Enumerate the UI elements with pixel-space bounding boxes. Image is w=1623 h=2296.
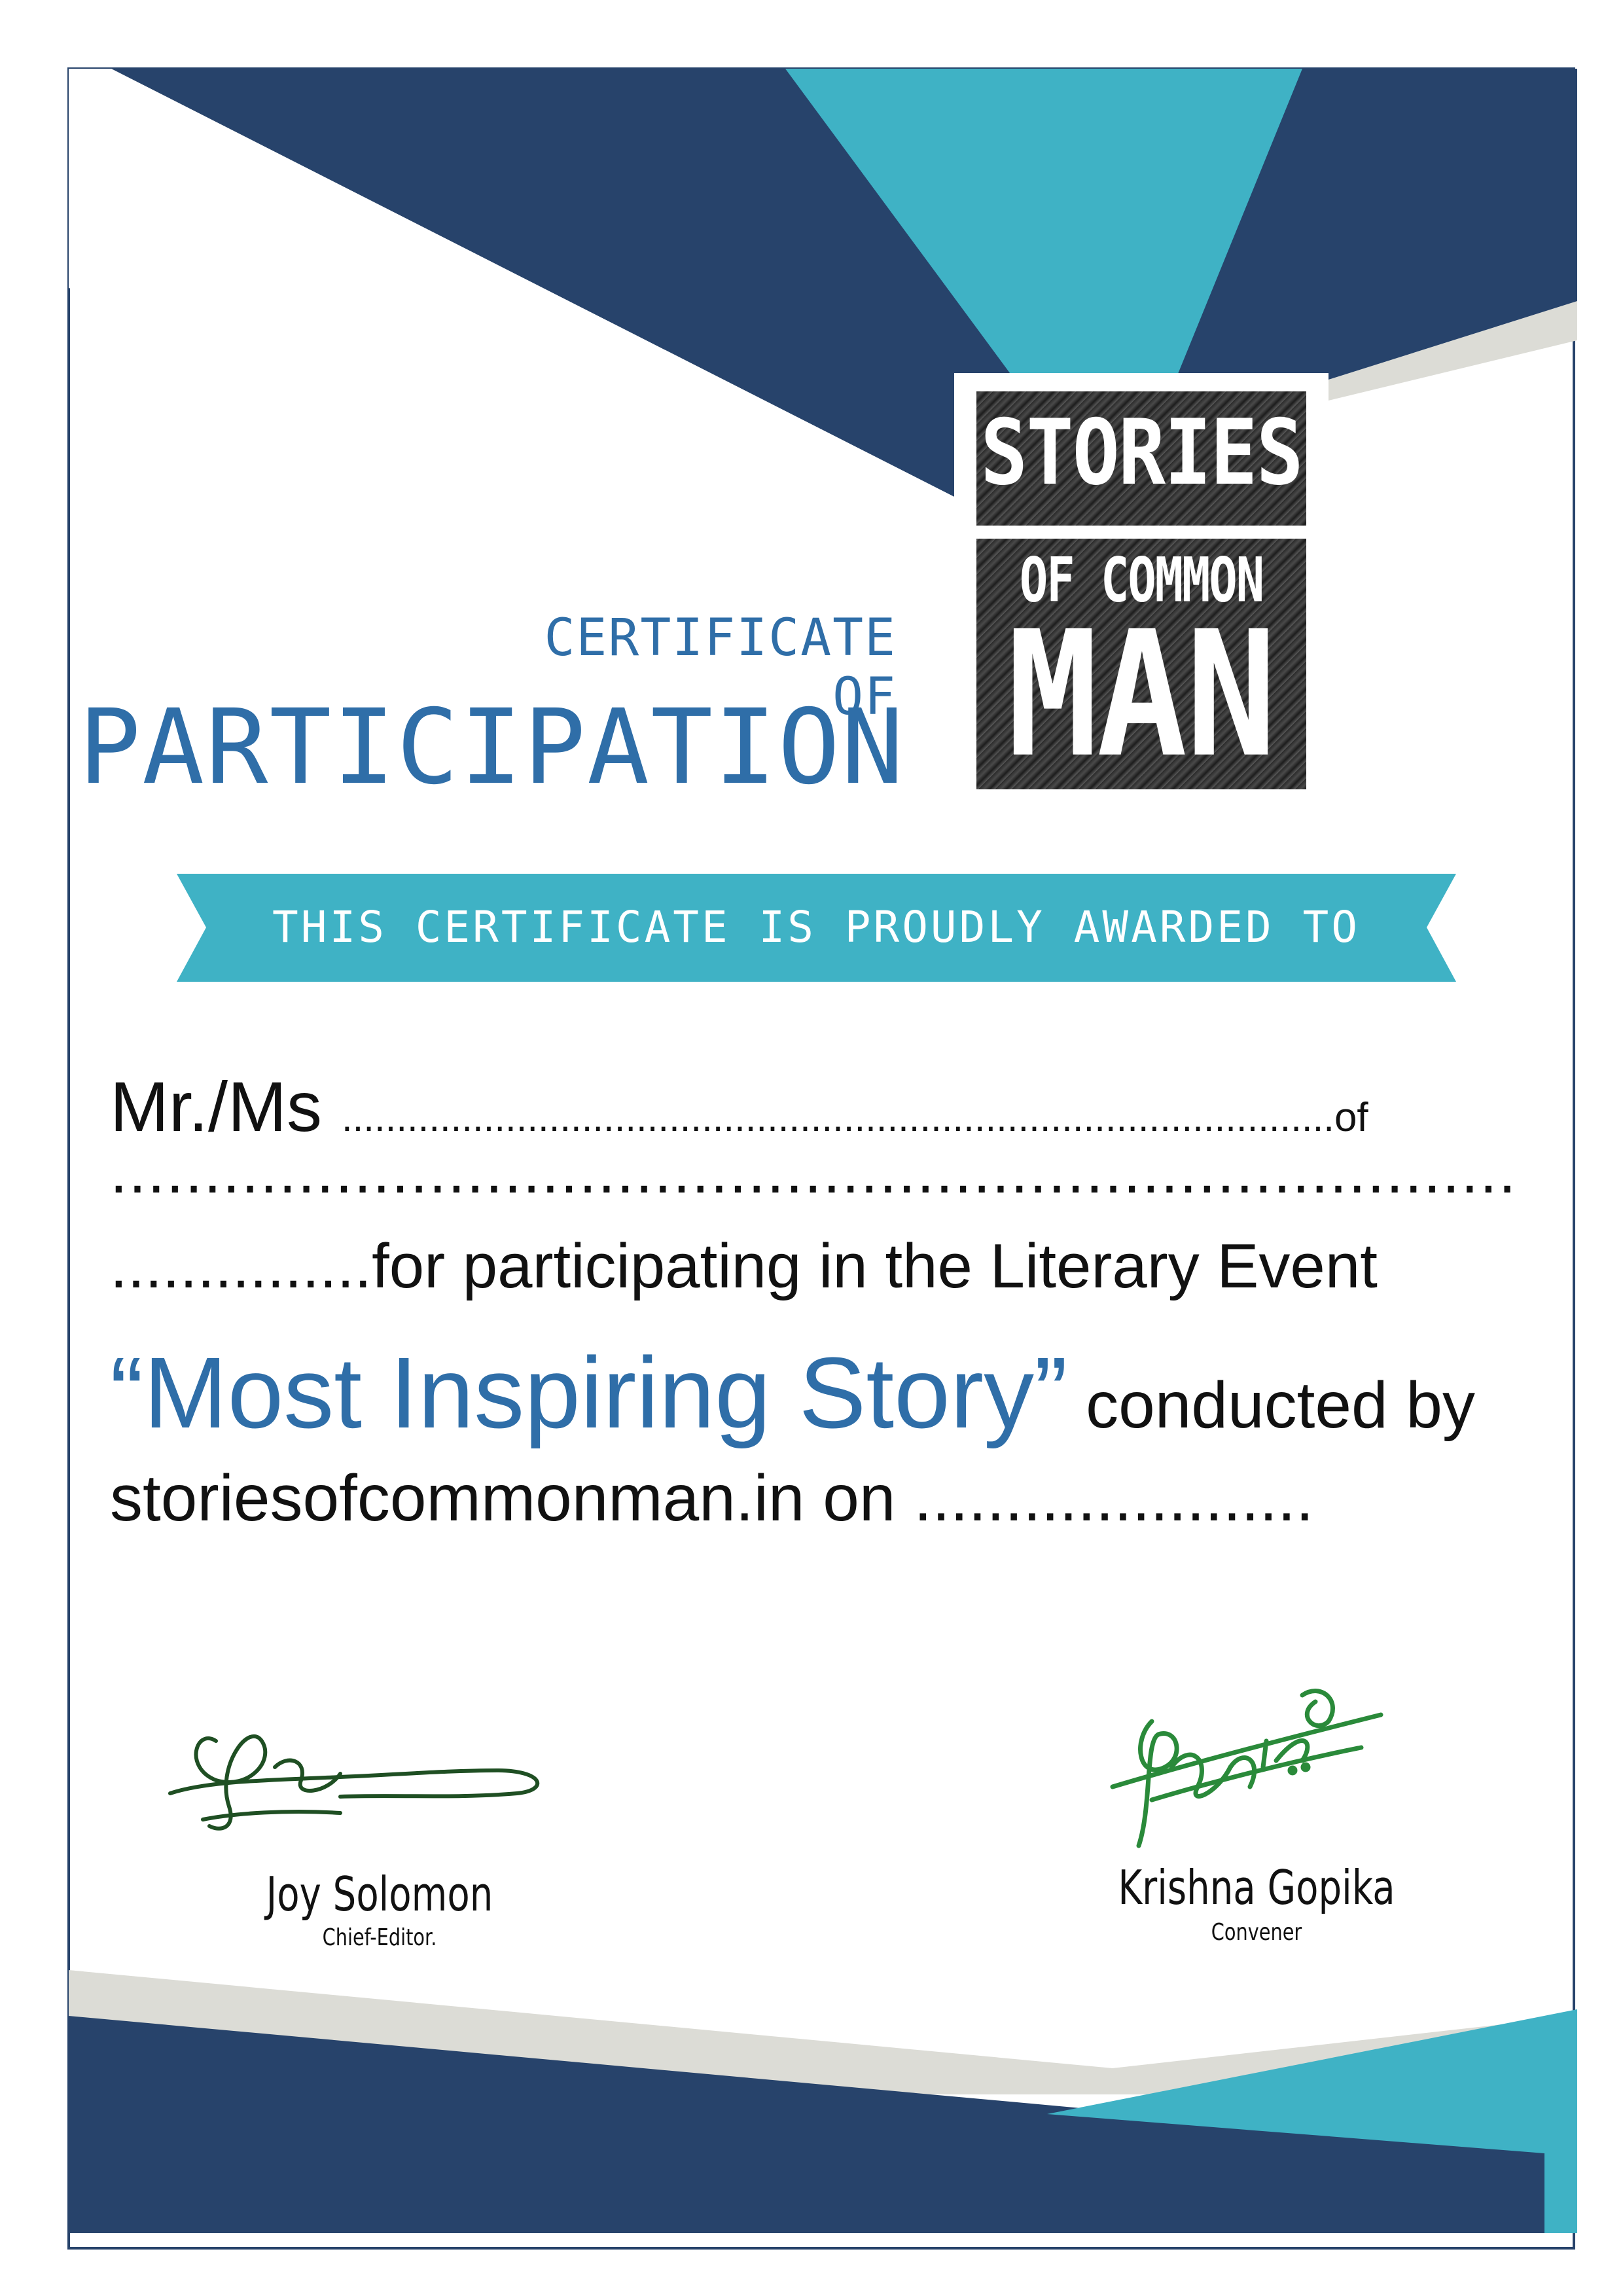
- website-text: storiesofcommonman.in on: [110, 1462, 914, 1535]
- logo-line-man: MAN: [1007, 594, 1276, 789]
- date-blank: ......................: [914, 1462, 1314, 1535]
- ribbon-text: THIS CERTIFICATE IS PROUDLY AWARDED TO: [272, 902, 1360, 952]
- signatory-name: Joy Solomon: [266, 1867, 493, 1922]
- logo-line-stories: STORIES: [980, 401, 1304, 506]
- signatory-role: Chief-Editor.: [322, 1924, 437, 1951]
- certificate-page: STORIES OF COMMON MAN CERTIFICATE OF PAR…: [0, 0, 1623, 2296]
- lead-blank: ...............: [110, 1231, 372, 1301]
- signatory-role: Convener: [1211, 1919, 1302, 1946]
- conducted-text: conducted by: [1067, 1369, 1476, 1442]
- event-name: “Most Inspiring Story”: [110, 1336, 1068, 1449]
- participation-line: ...............for participating in the …: [110, 1230, 1378, 1302]
- logo-photo-background: STORIES OF COMMON MAN: [976, 391, 1306, 789]
- signatory-name: Krishna Gopika: [1118, 1860, 1395, 1915]
- participation-text: for participating in the Literary Event: [372, 1231, 1378, 1301]
- salutation: Mr./Ms: [110, 1067, 322, 1146]
- of-word: of: [1334, 1095, 1368, 1140]
- event-line: “Most Inspiring Story” conducted by: [110, 1335, 1475, 1451]
- stories-of-common-man-logo: STORIES OF COMMON MAN: [954, 373, 1329, 806]
- organization-blank: ........................................…: [110, 1136, 1518, 1206]
- logo-divider: [976, 526, 1306, 539]
- signature-joy-solomon: [168, 1734, 540, 1831]
- signature-krishna-gopika: [1110, 1689, 1383, 1848]
- website-line: storiesofcommonman.in on ...............…: [110, 1461, 1314, 1536]
- name-blank: ........................................…: [341, 1096, 1334, 1139]
- certificate-title: PARTICIPATION: [79, 687, 905, 808]
